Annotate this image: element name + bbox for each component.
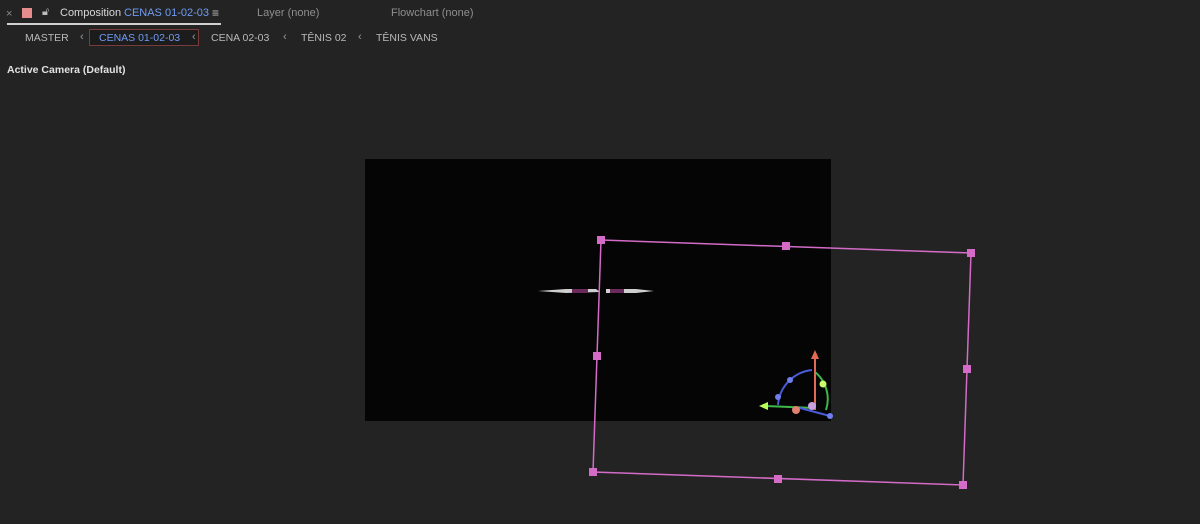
shoe-layer-content [538, 289, 654, 293]
handle-bottom-middle[interactable] [774, 475, 782, 483]
viewer-overlay [538, 236, 975, 489]
handle-top-middle[interactable] [782, 242, 790, 250]
handle-bottom-right[interactable] [959, 481, 967, 489]
handle-middle-left[interactable] [593, 352, 601, 360]
handle-top-right[interactable] [967, 249, 975, 257]
3d-axis-gizmo[interactable] [759, 350, 833, 419]
handle-middle-right[interactable] [963, 365, 971, 373]
layer-bounding-box[interactable] [592, 239, 972, 486]
handle-bottom-left[interactable] [589, 468, 597, 476]
handle-top-left[interactable] [597, 236, 605, 244]
transform-handles[interactable] [589, 236, 975, 489]
